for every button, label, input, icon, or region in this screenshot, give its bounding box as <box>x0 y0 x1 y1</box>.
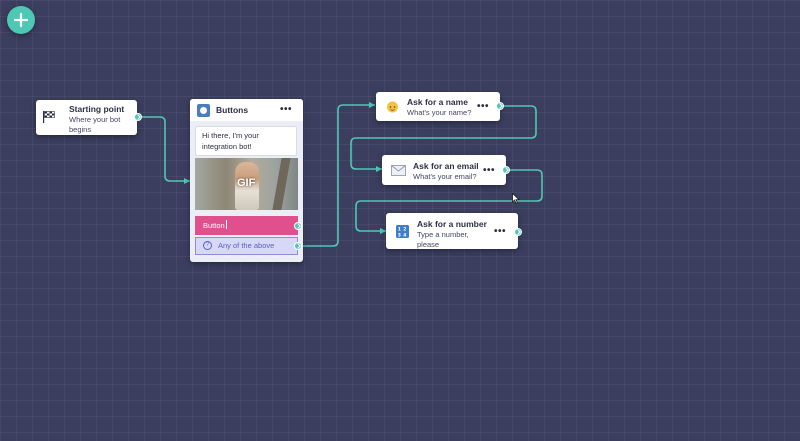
button-output-port[interactable] <box>294 222 302 230</box>
ask-email-node[interactable]: Ask for an email What's your email? ••• <box>382 155 506 185</box>
bot-message-bubble: Hi there, I'm your integration bot! <box>195 126 297 156</box>
node-title: Ask for a name <box>407 97 468 107</box>
node-subtitle: Where your bot begins <box>69 115 121 134</box>
node-subtitle: What's your name? <box>407 108 472 117</box>
mouse-pointer-icon <box>512 193 520 204</box>
connector-buttons-to-name <box>301 104 375 247</box>
node-title: Ask for an email <box>413 161 479 171</box>
button-option[interactable]: Button <box>195 216 298 235</box>
svg-text:1: 1 <box>397 226 400 232</box>
ask-number-node[interactable]: 12 34 Ask for a number Type a number, pl… <box>386 213 518 249</box>
checkered-flag-icon <box>42 109 56 125</box>
node-menu-button[interactable]: ••• <box>494 227 506 237</box>
number-output-port[interactable] <box>514 228 522 236</box>
svg-text:2: 2 <box>403 226 406 232</box>
flow-canvas[interactable]: Starting point Where your bot begins But… <box>0 0 800 441</box>
svg-text:3: 3 <box>397 232 400 238</box>
name-output-port[interactable] <box>496 102 504 110</box>
gif-image: GIF <box>195 158 298 210</box>
text-cursor <box>225 220 227 229</box>
starting-point-node[interactable]: Starting point Where your bot begins <box>36 100 137 135</box>
node-menu-button[interactable]: ••• <box>477 102 489 112</box>
question-icon: ? <box>203 241 212 250</box>
node-title: Ask for a number <box>417 219 487 229</box>
gif-label: GIF <box>237 177 256 189</box>
number-keypad-icon: 12 34 <box>395 224 409 238</box>
node-header: Buttons ••• <box>190 99 303 121</box>
face-icon <box>384 98 400 114</box>
node-subtitle: What's your email? <box>413 172 477 181</box>
plus-icon <box>13 12 29 28</box>
connector-start-to-buttons <box>142 116 190 182</box>
start-output-port[interactable] <box>134 113 142 121</box>
fallback-option[interactable]: ? Any of the above <box>195 237 298 255</box>
node-title: Buttons <box>216 105 249 115</box>
node-menu-button[interactable]: ••• <box>280 105 292 115</box>
svg-text:4: 4 <box>403 232 406 238</box>
ask-name-node[interactable]: Ask for a name What's your name? ••• <box>376 92 500 121</box>
envelope-icon <box>390 163 406 177</box>
button-option-label[interactable]: Button <box>203 221 225 230</box>
node-subtitle: Type a number, please <box>417 230 469 249</box>
fallback-option-label: Any of the above <box>218 241 275 250</box>
node-title: Starting point <box>69 104 125 114</box>
node-menu-button[interactable]: ••• <box>483 166 495 176</box>
email-output-port[interactable] <box>502 166 510 174</box>
buttons-node-icon <box>197 104 210 117</box>
fallback-output-port[interactable] <box>294 242 302 250</box>
add-node-button[interactable] <box>7 6 35 34</box>
